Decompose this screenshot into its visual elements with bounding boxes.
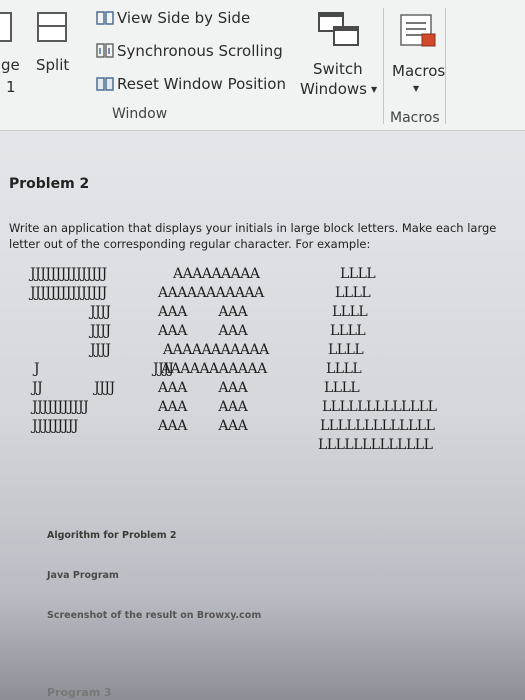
side-by-side-icon (96, 11, 114, 25)
block-l-line: LLLLLLLLLLLLL (322, 399, 437, 415)
java-program-label: Java Program (47, 570, 119, 581)
block-a-line: AAAAAAAAAAA (161, 361, 267, 377)
block-j-line: JJJJJJJJJJJJJJJ (30, 266, 107, 282)
document-page: Problem 2 Write an application that disp… (0, 132, 525, 700)
block-a-line: AAA AAA (158, 380, 248, 396)
problem-title: Problem 2 (9, 176, 90, 192)
block-l-line: LLLL (335, 285, 371, 301)
screenshot-label: Screenshot of the result on Browxy.com (47, 610, 262, 621)
block-j-line: JJ JJJJ (32, 380, 115, 396)
reset-window-position-button[interactable]: Reset Window Position (96, 75, 286, 93)
algorithm-label: Algorithm for Problem 2 (47, 530, 177, 541)
block-l-line: LLLL (326, 361, 362, 377)
macros-group-label: Macros (390, 110, 440, 126)
group-separator-right (445, 8, 446, 124)
block-l-line: LLLLLLLLLLLLL (318, 437, 433, 453)
block-j-line: JJJJ (90, 304, 111, 320)
group-separator (383, 8, 384, 124)
window-group-label: Window (112, 106, 168, 122)
problem-description: Write an application that displays your … (9, 221, 497, 251)
reset-window-position-label: Reset Window Position (117, 75, 286, 93)
dropdown-arrow-icon: ▼ (370, 84, 378, 94)
macros-label[interactable]: Macros (392, 62, 445, 80)
switch-windows-label-2: Windows (300, 80, 367, 98)
synchronous-scrolling-button[interactable]: Synchronous Scrolling (96, 42, 283, 60)
block-j-line: JJJJ (90, 342, 111, 358)
block-l-line: LLLL (324, 380, 360, 396)
block-l-line: LLLLLLLLLLLLL (320, 418, 435, 434)
switch-windows-icon[interactable] (318, 12, 360, 48)
block-l-line: LLLL (332, 304, 368, 320)
arrange-all-icon[interactable] (0, 12, 12, 42)
block-j-line: JJJJJJJJJJJJJJJ (30, 285, 107, 301)
block-j-line: JJJJJJJJJJJ (32, 399, 89, 415)
arrange-label-2: 1 (6, 78, 16, 96)
block-j-line: JJJJ (90, 323, 111, 339)
macros-dropdown-icon[interactable]: ▼ (413, 84, 419, 93)
program3-label: Program 3 (47, 686, 112, 699)
view-side-by-side-label: View Side by Side (117, 9, 251, 27)
block-a-line: AAA AAA (158, 323, 248, 339)
block-l-line: LLLL (328, 342, 364, 358)
switch-windows-label-1[interactable]: Switch (313, 60, 363, 78)
view-side-by-side-button[interactable]: View Side by Side (96, 9, 250, 27)
block-a-line: AAA AAA (158, 418, 248, 434)
reset-position-icon (96, 77, 114, 91)
block-a-line: AAAAAAAAA (173, 266, 260, 282)
ribbon: ge Split 1 View Side by Side Synchronous… (0, 0, 525, 131)
split-icon[interactable] (37, 12, 67, 42)
arrange-label[interactable]: ge (1, 56, 20, 74)
macros-icon[interactable] (398, 14, 438, 50)
block-l-line: LLLL (340, 266, 376, 282)
block-a-line: AAA AAA (158, 304, 248, 320)
block-a-line: AAAAAAAAAAA (163, 342, 269, 358)
block-a-line: AAA AAA (158, 399, 248, 415)
block-j-line: JJJJJJJJJ (32, 418, 79, 434)
switch-windows-button[interactable]: Windows ▼ (300, 80, 377, 98)
synchronous-scrolling-label: Synchronous Scrolling (117, 42, 283, 60)
split-label[interactable]: Split (36, 56, 69, 74)
block-l-line: LLLL (330, 323, 366, 339)
block-j-line: J JJJJ (34, 361, 174, 377)
sync-scroll-icon (96, 43, 114, 58)
block-a-line: AAAAAAAAAAA (158, 285, 264, 301)
